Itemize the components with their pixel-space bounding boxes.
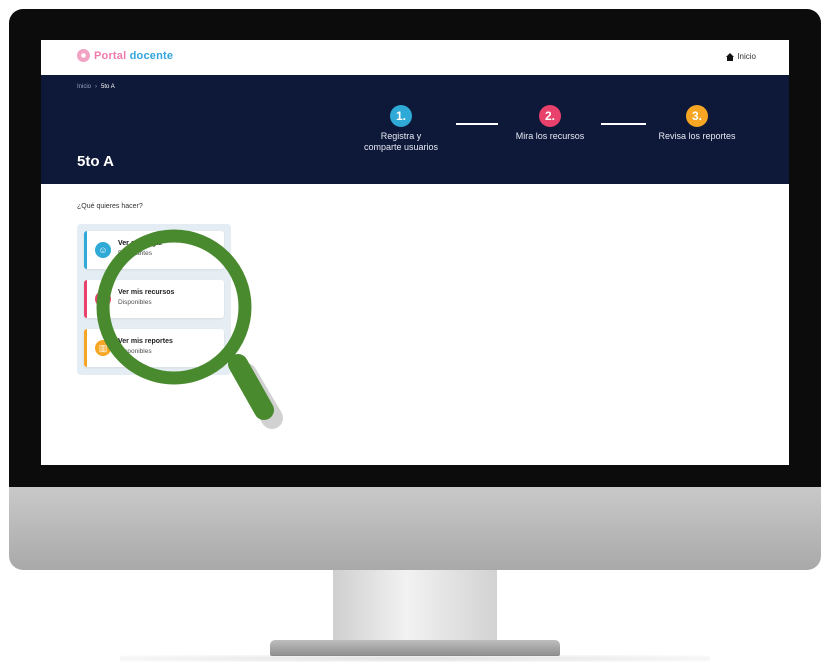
breadcrumb-separator: › xyxy=(95,84,98,90)
step-3-badge: 3. xyxy=(686,105,708,127)
home-icon xyxy=(726,52,735,61)
step-1-badge: 1. xyxy=(390,105,412,127)
page-title: 5to A xyxy=(77,153,114,170)
step-2-label: Mira los recursos xyxy=(515,131,585,141)
monitor-screen: Portal docente Inicio Inicio › 5to A 5to A… xyxy=(41,40,789,465)
logo-text: Portal docente xyxy=(94,49,174,62)
monitor-chin xyxy=(9,487,821,570)
book-icon: ▤ xyxy=(95,291,111,307)
option-accent xyxy=(84,231,87,269)
class-header: Inicio › 5to A 5to A 1. Registra y comparte… xyxy=(41,75,789,184)
step-1-label: Registra y comparte usuarios xyxy=(363,131,439,152)
top-navbar: Portal docente Inicio xyxy=(41,40,789,75)
step-2-badge: 2. xyxy=(539,105,561,127)
monitor-shadow xyxy=(120,655,710,662)
flower-logo-icon xyxy=(77,49,90,62)
option-accent xyxy=(84,329,87,367)
chart-icon: ▥ xyxy=(95,340,111,356)
main-content: ¿Qué quieres hacer? ☺ Ver o agregar Estu… xyxy=(41,184,789,465)
section-question: ¿Qué quieres hacer? xyxy=(77,203,143,210)
option-accent xyxy=(84,280,87,318)
step-3: 3. Revisa los reportes xyxy=(642,105,752,142)
breadcrumb: Inicio › 5to A xyxy=(77,84,115,90)
option-title: Ver mis recursos xyxy=(118,289,175,296)
step-connector xyxy=(601,123,646,125)
options-panel: ☺ Ver o agregar Estudiantes ▤ Ver mis re… xyxy=(77,224,231,375)
option-title: Ver mis reportes xyxy=(118,338,173,345)
option-reports[interactable]: ▥ Ver mis reportes Disponibles xyxy=(84,329,224,367)
option-subtitle: Estudiantes xyxy=(118,250,152,257)
portal-logo[interactable]: Portal docente xyxy=(77,49,173,62)
option-subtitle: Disponibles xyxy=(118,299,152,306)
step-3-label: Revisa los reportes xyxy=(658,131,736,141)
home-link-label: Inicio xyxy=(737,52,756,61)
monitor-stand-neck xyxy=(333,570,497,642)
users-icon: ☺ xyxy=(95,242,111,258)
step-1: 1. Registra y comparte usuarios xyxy=(351,105,451,153)
breadcrumb-item-current: 5to A xyxy=(101,84,115,90)
step-connector xyxy=(456,123,498,125)
home-link[interactable]: Inicio xyxy=(726,52,756,61)
option-resources[interactable]: ▤ Ver mis recursos Disponibles xyxy=(84,280,224,318)
step-2: 2. Mira los recursos xyxy=(500,105,600,142)
option-subtitle: Disponibles xyxy=(118,348,152,355)
option-students[interactable]: ☺ Ver o agregar Estudiantes xyxy=(84,231,224,269)
breadcrumb-item-inicio[interactable]: Inicio xyxy=(77,84,91,90)
option-title: Ver o agregar xyxy=(118,240,163,247)
monitor-stand-base xyxy=(270,640,560,656)
